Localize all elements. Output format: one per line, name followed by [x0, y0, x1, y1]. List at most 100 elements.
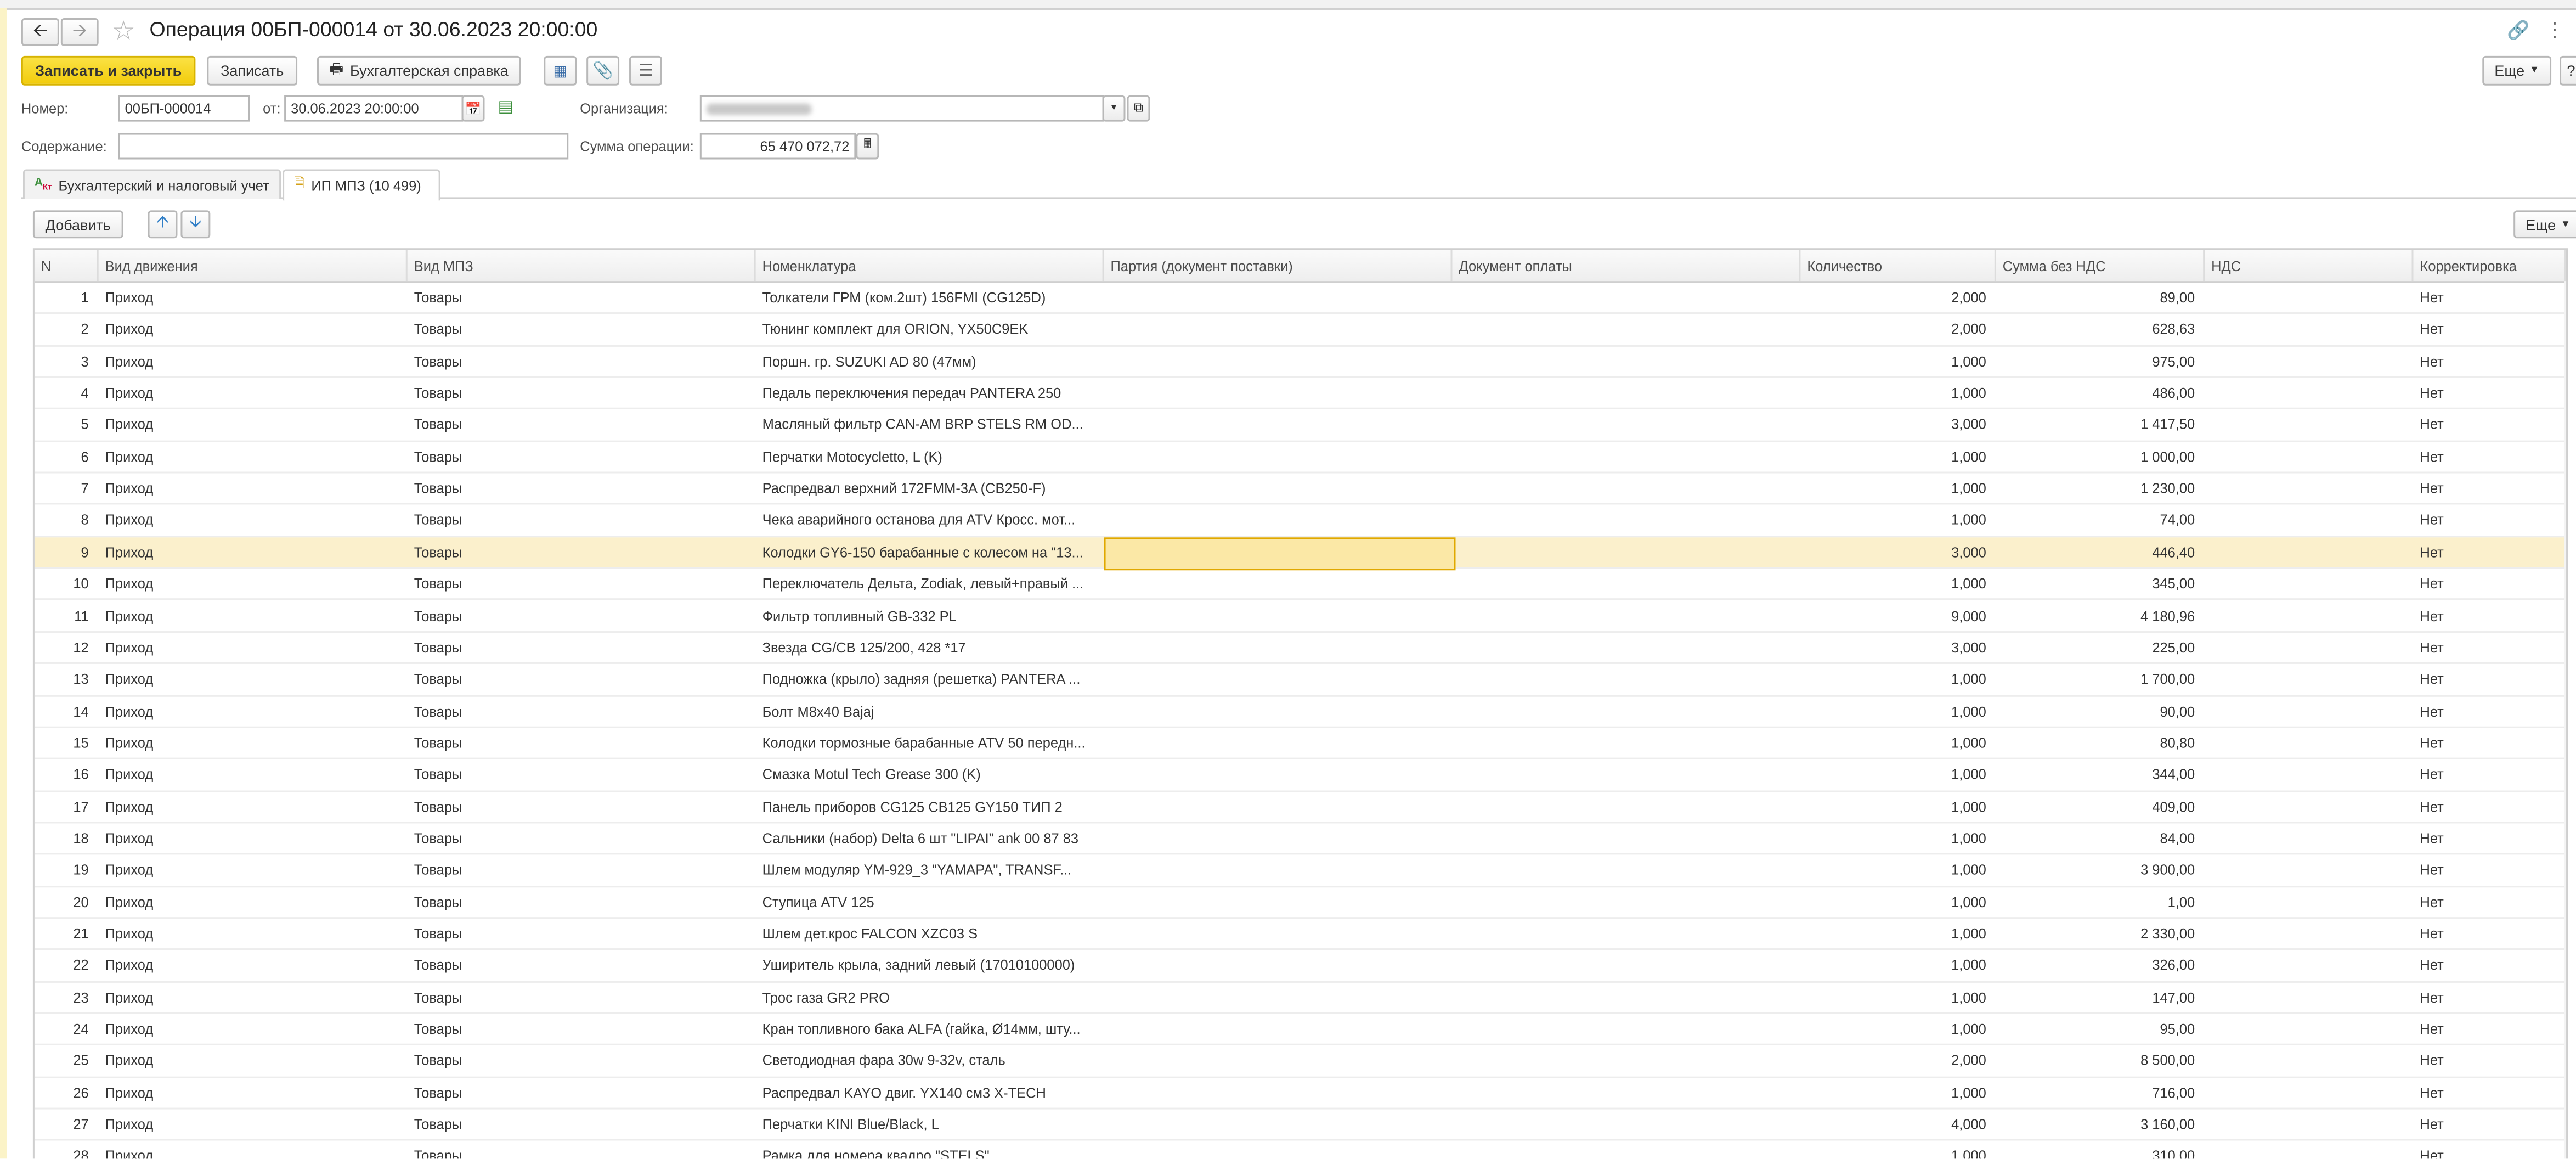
cell-col-correction[interactable]: Нет	[2414, 791, 2567, 821]
cell-col-n[interactable]: 6	[35, 442, 99, 471]
cell-col-payment-doc[interactable]	[1452, 601, 1800, 631]
table-row[interactable]: 24 Приход Товары Кран топливного бака ALFA …	[34, 1014, 2567, 1046]
cell-col-mpz-type[interactable]: Товары	[408, 696, 756, 725]
cell-col-mpz-type[interactable]: Товары	[408, 1078, 756, 1107]
cell-col-correction[interactable]: Нет	[2414, 537, 2567, 567]
cell-col-correction[interactable]: Нет	[2414, 982, 2567, 1012]
cell-col-vat[interactable]	[2205, 919, 2413, 948]
header-col-nomenclature[interactable]: Номенклатура	[756, 250, 1104, 282]
cell-col-n[interactable]: 11	[35, 601, 99, 631]
cell-col-batch[interactable]	[1104, 982, 1453, 1012]
cell-col-correction[interactable]: Нет	[2414, 569, 2567, 599]
cell-col-quantity[interactable]: 1,000	[1800, 1014, 1996, 1044]
table-row[interactable]: 7 Приход Товары Распредвал верхний 172FMM-3…	[34, 474, 2567, 505]
cell-col-nomenclature[interactable]: Кран топливного бака ALFA (гайка, Ø14мм,…	[756, 1014, 1104, 1044]
cell-col-correction[interactable]: Нет	[2414, 1046, 2567, 1076]
cell-col-amount[interactable]: 3 160,00	[1996, 1110, 2205, 1139]
cell-col-vat[interactable]	[2205, 1110, 2413, 1139]
table-row[interactable]: 4 Приход Товары Педаль переключения передач…	[34, 378, 2567, 410]
cell-col-batch[interactable]	[1104, 1046, 1453, 1076]
cell-col-nomenclature[interactable]: Колодки тормозные барабанные ATV 50 пере…	[756, 728, 1104, 757]
cell-col-payment-doc[interactable]	[1452, 855, 1800, 885]
cell-col-quantity[interactable]: 2,000	[1800, 1046, 1996, 1076]
cell-col-payment-doc[interactable]	[1452, 537, 1800, 567]
cell-col-batch[interactable]	[1104, 759, 1453, 789]
cell-col-nomenclature[interactable]: Шлем дет.крос FALCON XZC03 S	[756, 919, 1104, 948]
cell-col-correction[interactable]: Нет	[2414, 283, 2567, 312]
cell-col-batch[interactable]	[1104, 601, 1453, 631]
cell-col-n[interactable]: 1	[35, 283, 99, 312]
cell-col-vat[interactable]	[2205, 537, 2413, 567]
table-row[interactable]: 26 Приход Товары Распредвал KAYO двиг. YX14…	[34, 1078, 2567, 1110]
cell-col-movement-type[interactable]: Приход	[99, 982, 408, 1012]
cell-col-quantity[interactable]: 1,000	[1800, 1078, 1996, 1107]
header-col-movement-type[interactable]: Вид движения	[99, 250, 408, 282]
cell-col-movement-type[interactable]: Приход	[99, 759, 408, 789]
cell-col-mpz-type[interactable]: Товары	[408, 314, 756, 344]
cell-col-movement-type[interactable]: Приход	[99, 442, 408, 471]
table-row[interactable]: 23 Приход Товары Трос газа GR2 PRO 1,000 147,…	[34, 982, 2567, 1014]
cell-col-quantity[interactable]: 2,000	[1800, 314, 1996, 344]
cell-col-vat[interactable]	[2205, 887, 2413, 916]
cell-col-movement-type[interactable]: Приход	[99, 855, 408, 885]
table-row[interactable]: 10 Приход Товары Переключатель Дельта, Zodi…	[34, 569, 2567, 601]
tab-accounting[interactable]: AКт Бухгалтерский и налоговый учет	[22, 169, 281, 199]
cell-col-nomenclature[interactable]: Распредвал KAYO двиг. YX140 см3 X-TECH	[756, 1078, 1104, 1107]
cell-col-nomenclature[interactable]: Звезда CG/CB 125/200, 428 *17	[756, 633, 1104, 662]
cell-col-correction[interactable]: Нет	[2414, 665, 2567, 694]
header-col-amount[interactable]: Сумма без НДС	[1996, 250, 2205, 282]
cell-col-correction[interactable]: Нет	[2414, 855, 2567, 885]
cell-col-vat[interactable]	[2205, 601, 2413, 631]
cell-col-payment-doc[interactable]	[1452, 442, 1800, 471]
cell-col-movement-type[interactable]: Приход	[99, 505, 408, 535]
cell-col-mpz-type[interactable]: Товары	[408, 569, 756, 599]
cell-col-vat[interactable]	[2205, 283, 2413, 312]
table-row[interactable]: 15 Приход Товары Колодки тормозные барабанн…	[34, 728, 2567, 760]
cell-col-movement-type[interactable]: Приход	[99, 728, 408, 757]
cell-col-amount[interactable]: 2 330,00	[1996, 919, 2205, 948]
cell-col-movement-type[interactable]: Приход	[99, 474, 408, 503]
cell-col-nomenclature[interactable]: Уширитель крыла, задний левый (170101000…	[756, 950, 1104, 980]
cell-col-n[interactable]: 25	[35, 1046, 99, 1076]
table-row[interactable]: 27 Приход Товары Перчатки KINI Blue/Black, …	[34, 1110, 2567, 1141]
cell-col-movement-type[interactable]: Приход	[99, 346, 408, 376]
number-field[interactable]: 00БП-000014	[118, 95, 250, 122]
cell-col-mpz-type[interactable]: Товары	[408, 1014, 756, 1044]
cell-col-amount[interactable]: 90,00	[1996, 696, 2205, 725]
cell-col-correction[interactable]: Нет	[2414, 728, 2567, 757]
cell-col-n[interactable]: 27	[35, 1110, 99, 1139]
cell-col-mpz-type[interactable]: Товары	[408, 601, 756, 631]
cell-col-vat[interactable]	[2205, 950, 2413, 980]
cell-col-amount[interactable]: 344,00	[1996, 759, 2205, 789]
cell-col-mpz-type[interactable]: Товары	[408, 283, 756, 312]
journal-button[interactable]: ☰	[629, 55, 662, 86]
cell-col-nomenclature[interactable]: Рамка для номера квадро "STELS"	[756, 1141, 1104, 1159]
cell-col-n[interactable]: 10	[35, 569, 99, 599]
cell-col-amount[interactable]: 1 417,50	[1996, 410, 2205, 440]
cell-col-correction[interactable]: Нет	[2414, 442, 2567, 471]
table-row[interactable]: 9 Приход Товары Колодки GY6-150 барабанные …	[34, 537, 2567, 570]
header-col-n[interactable]: N	[35, 250, 99, 282]
cell-col-batch[interactable]	[1104, 919, 1453, 948]
cell-col-payment-doc[interactable]	[1452, 569, 1800, 599]
cell-col-batch[interactable]	[1104, 887, 1453, 916]
cell-col-batch[interactable]	[1104, 474, 1453, 503]
cell-col-payment-doc[interactable]	[1452, 1110, 1800, 1139]
cell-col-batch[interactable]	[1104, 728, 1453, 757]
cell-col-nomenclature[interactable]: Панель приборов CG125 CB125 GY150 ТИП 2	[756, 791, 1104, 821]
cell-col-payment-doc[interactable]	[1452, 982, 1800, 1012]
cell-col-nomenclature[interactable]: Шлем модуляр YM-929_3 "YAMAPA", TRANSF..…	[756, 855, 1104, 885]
forward-button[interactable]: 🡪	[60, 18, 99, 46]
cell-col-batch[interactable]	[1104, 1110, 1453, 1139]
cell-col-nomenclature[interactable]: Трос газа GR2 PRO	[756, 982, 1104, 1012]
table-row[interactable]: 25 Приход Товары Светодиодная фара 30w 9-32…	[34, 1046, 2567, 1078]
cell-col-correction[interactable]: Нет	[2414, 505, 2567, 535]
cell-col-amount[interactable]: 4 180,96	[1996, 601, 2205, 631]
cell-col-batch[interactable]	[1104, 410, 1453, 440]
cell-col-quantity[interactable]: 1,000	[1800, 346, 1996, 376]
header-col-payment-doc[interactable]: Документ оплаты	[1452, 250, 1801, 282]
table-row[interactable]: 12 Приход Товары Звезда CG/CB 125/200, 428 …	[34, 633, 2567, 665]
cell-col-amount[interactable]: 147,00	[1996, 982, 2205, 1012]
scrollbar-thumb[interactable]	[2566, 284, 2567, 1139]
cell-col-amount[interactable]: 80,80	[1996, 728, 2205, 757]
